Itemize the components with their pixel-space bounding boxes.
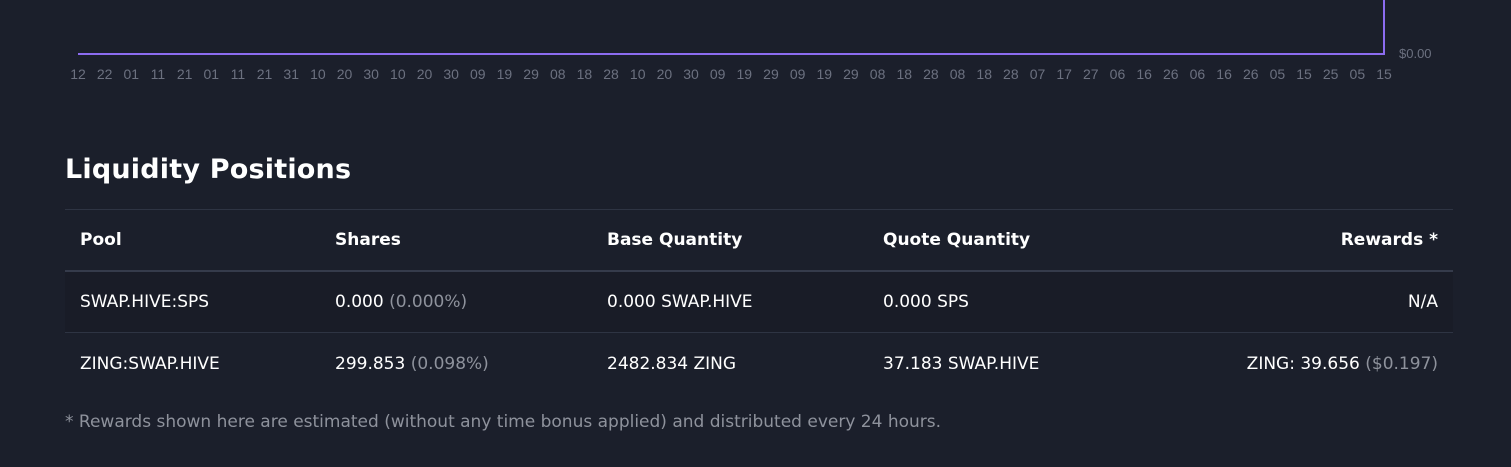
x-axis-tick-label: 30 bbox=[363, 66, 379, 82]
section-title: Liquidity Positions bbox=[65, 154, 352, 185]
x-axis-tick-label: 26 bbox=[1162, 66, 1179, 82]
x-axis-tick-label: 30 bbox=[683, 66, 699, 82]
x-axis-tick-label: 29 bbox=[523, 66, 539, 82]
x-axis-tick-label: 09 bbox=[469, 66, 486, 82]
x-axis-tick-label: 09 bbox=[709, 66, 726, 82]
x-axis-tick-label: 20 bbox=[656, 66, 673, 82]
x-axis-tick-label: 10 bbox=[390, 66, 406, 82]
x-axis: 12 22 01 11 21 01 11 21 31 10 20 30 10 20 30 09 19 29 08 18… bbox=[0, 66, 1511, 86]
x-axis-tick-label: 29 bbox=[763, 66, 779, 82]
x-axis-tick-label: 21 bbox=[176, 66, 193, 82]
x-axis-tick-label: 16 bbox=[1216, 66, 1232, 82]
shares-cell: 0.000 (0.000%) bbox=[335, 292, 607, 312]
rewards-value: N/A bbox=[1407, 292, 1438, 312]
x-axis-tick-label: 08 bbox=[549, 66, 566, 82]
table-row[interactable]: SWAP.HIVE:SPS 0.000 (0.000%) 0.000 SWAP.… bbox=[65, 272, 1453, 333]
quote-quantity-cell: 37.183 SWAP.HIVE bbox=[883, 353, 1040, 374]
x-axis-tick-label: 20 bbox=[336, 66, 353, 82]
x-axis-tick-label: 10 bbox=[310, 66, 326, 82]
price-chart: $0.00 12 22 01 11 21 01 11 21 31 10 20 30 10 20 30 09 19… bbox=[0, 0, 1511, 95]
x-axis-tick-label: 25 bbox=[1322, 66, 1339, 82]
x-axis-tick-label: 16 bbox=[1136, 66, 1152, 82]
x-axis-tick-label: 26 bbox=[1242, 66, 1259, 82]
rewards-usd: ($0.197) bbox=[1365, 353, 1438, 374]
x-axis-tick-label: 20 bbox=[416, 66, 433, 82]
pool-cell: SWAP.HIVE:SPS bbox=[80, 292, 210, 312]
table-row[interactable]: ZING:SWAP.HIVE 299.853 (0.098%) 2482.834… bbox=[65, 333, 1453, 394]
rewards-value: ZING: 39.656 bbox=[1246, 353, 1360, 374]
shares-percent: (0.000%) bbox=[389, 292, 468, 312]
x-axis-tick-label: 12 bbox=[70, 66, 86, 82]
shares-percent: (0.098%) bbox=[410, 353, 489, 374]
x-axis-tick-label: 29 bbox=[843, 66, 859, 82]
x-axis-tick-label: 30 bbox=[443, 66, 459, 82]
x-axis-tick-label: 01 bbox=[203, 66, 220, 82]
chart-series-line bbox=[78, 0, 1385, 55]
x-axis-tick-label: 05 bbox=[1269, 66, 1286, 82]
x-axis-tick-label: 18 bbox=[896, 66, 913, 82]
x-axis-tick-label: 09 bbox=[789, 66, 806, 82]
rewards-footnote: * Rewards shown here are estimated (with… bbox=[65, 412, 942, 432]
x-axis-tick-label: 19 bbox=[736, 66, 753, 82]
table-header-row: Pool Shares Base Quantity Quote Quantity… bbox=[65, 210, 1453, 272]
base-quantity-cell: 2482.834 ZING bbox=[607, 353, 737, 374]
base-quantity-cell: 0.000 SWAP.HIVE bbox=[607, 292, 753, 312]
shares-value: 299.853 bbox=[335, 353, 406, 374]
x-axis-tick-label: 06 bbox=[1109, 66, 1126, 82]
x-axis-tick-label: 10 bbox=[629, 66, 646, 82]
x-axis-tick-label: 18 bbox=[976, 66, 992, 82]
rewards-cell: N/A bbox=[1183, 292, 1453, 312]
x-axis-tick-label: 08 bbox=[949, 66, 966, 82]
x-axis-tick-label: 17 bbox=[1056, 66, 1072, 82]
column-header-base-quantity[interactable]: Base Quantity bbox=[607, 230, 883, 250]
y-axis-tick-label: $0.00 bbox=[1399, 46, 1432, 61]
x-axis-tick-label: 01 bbox=[123, 66, 140, 82]
pool-cell: ZING:SWAP.HIVE bbox=[80, 353, 220, 374]
x-axis-tick-label: 06 bbox=[1189, 66, 1206, 82]
x-axis-tick-label: 28 bbox=[923, 66, 939, 82]
shares-value: 0.000 bbox=[335, 292, 384, 312]
column-header-rewards[interactable]: Rewards * bbox=[1183, 230, 1453, 250]
quote-quantity-cell: 0.000 SPS bbox=[883, 292, 969, 312]
x-axis-tick-label: 15 bbox=[1296, 66, 1312, 82]
x-axis-tick-label: 08 bbox=[869, 66, 886, 82]
column-header-quote-quantity[interactable]: Quote Quantity bbox=[883, 230, 1183, 250]
x-axis-tick-label: 28 bbox=[1003, 66, 1019, 82]
x-axis-tick-label: 22 bbox=[96, 66, 113, 82]
chart-svg bbox=[78, 0, 1385, 55]
x-axis-tick-label: 19 bbox=[496, 66, 513, 82]
column-header-shares[interactable]: Shares bbox=[335, 230, 607, 250]
x-axis-tick-label: 15 bbox=[1376, 66, 1392, 82]
liquidity-positions-table: Pool Shares Base Quantity Quote Quantity… bbox=[65, 209, 1453, 394]
x-axis-tick-label: 11 bbox=[230, 66, 246, 82]
column-header-pool[interactable]: Pool bbox=[65, 230, 335, 250]
x-axis-tick-label: 07 bbox=[1029, 66, 1046, 82]
x-axis-tick-label: 18 bbox=[576, 66, 593, 82]
x-axis-tick-label: 21 bbox=[256, 66, 273, 82]
x-axis-tick-label: 05 bbox=[1349, 66, 1366, 82]
x-axis-tick-label: 11 bbox=[150, 66, 166, 82]
x-axis-tick-label: 19 bbox=[816, 66, 833, 82]
rewards-cell: ZING: 39.656 ($0.197) bbox=[1183, 354, 1453, 374]
x-axis-tick-label: 28 bbox=[603, 66, 619, 82]
page: $0.00 12 22 01 11 21 01 11 21 31 10 20 30 10 20 30 09 19… bbox=[0, 0, 1511, 467]
x-axis-tick-label: 31 bbox=[283, 66, 300, 82]
shares-cell: 299.853 (0.098%) bbox=[335, 354, 607, 374]
x-axis-tick-label: 27 bbox=[1083, 66, 1099, 82]
